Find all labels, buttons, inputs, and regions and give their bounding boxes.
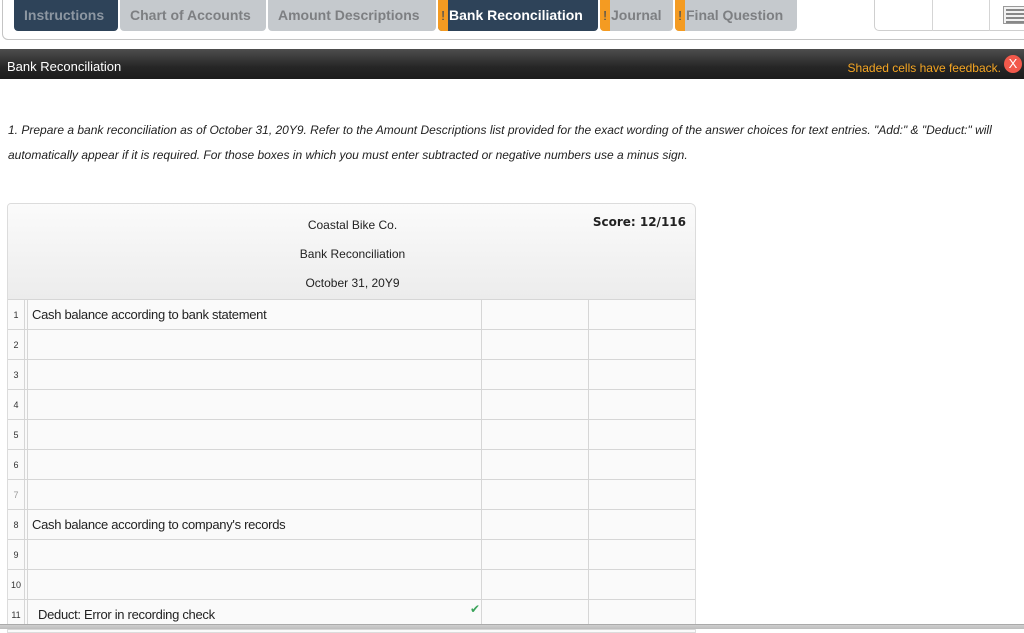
- amount-cell-first-column[interactable]: [481, 450, 588, 480]
- description-cell[interactable]: [29, 420, 481, 450]
- description-cell[interactable]: [29, 540, 481, 570]
- row-divider: [26, 510, 28, 540]
- amount-cell-second-column[interactable]: [588, 540, 695, 570]
- reconciliation-worksheet: Coastal Bike Co. Bank Reconciliation Oct…: [7, 203, 696, 633]
- amount-cell-second-column[interactable]: [588, 420, 695, 450]
- description-cell[interactable]: [29, 390, 481, 420]
- row-divider: [26, 300, 28, 330]
- alert-flag-icon: !: [600, 0, 610, 31]
- tab-label: Amount Descriptions: [278, 7, 420, 23]
- tab-final-question[interactable]: ! Final Question: [675, 0, 797, 31]
- amount-cell-first-column[interactable]: [481, 570, 588, 600]
- tab-label: Bank Reconciliation: [449, 7, 583, 23]
- alert-flag-icon: !: [438, 0, 448, 31]
- amount-cell-second-column[interactable]: [588, 360, 695, 390]
- menu-icon[interactable]: [1003, 6, 1024, 24]
- row-number: 9: [8, 540, 25, 570]
- amount-cell-second-column[interactable]: [588, 510, 695, 540]
- statement-date: October 31, 20Y9: [305, 276, 400, 290]
- horizontal-scrollbar[interactable]: [0, 624, 1024, 629]
- tab-label: Journal: [611, 7, 662, 23]
- section-title: Bank Reconciliation: [7, 59, 122, 74]
- amount-cell-second-column[interactable]: [588, 330, 695, 360]
- tab-amount-descriptions[interactable]: Amount Descriptions: [268, 0, 436, 31]
- table-row: 10: [8, 570, 695, 600]
- description-cell[interactable]: Cash balance according to company's reco…: [29, 510, 481, 540]
- description-cell[interactable]: Cash balance according to bank statement: [29, 300, 481, 330]
- amount-cell-first-column[interactable]: [481, 330, 588, 360]
- description-cell[interactable]: [29, 330, 481, 360]
- section-header: Bank Reconciliation Shaded cells have fe…: [0, 49, 1024, 79]
- amount-cell-second-column[interactable]: [588, 570, 695, 600]
- row-divider: [26, 360, 28, 390]
- tab-chart-of-accounts[interactable]: Chart of Accounts: [120, 0, 266, 31]
- row-number: 2: [8, 330, 25, 360]
- amount-cell-first-column[interactable]: [481, 300, 588, 330]
- amount-cell-first-column[interactable]: [481, 510, 588, 540]
- tab-label: Final Question: [686, 7, 784, 23]
- table-row: 8 Cash balance according to company's rec…: [8, 510, 695, 540]
- table-row: 2: [8, 330, 695, 360]
- amount-cell-first-column[interactable]: [481, 360, 588, 390]
- tab-instructions[interactable]: Instructions: [14, 0, 118, 31]
- table-row: 1 Cash balance according to bank statemen…: [8, 300, 695, 330]
- row-number: 8: [8, 510, 25, 540]
- amount-cell-second-column[interactable]: [588, 300, 695, 330]
- worksheet-header: Coastal Bike Co. Bank Reconciliation Oct…: [8, 204, 695, 300]
- close-feedback-button[interactable]: X: [1004, 55, 1022, 73]
- table-row: 9: [8, 540, 695, 570]
- row-divider: [26, 450, 28, 480]
- table-row: 5: [8, 420, 695, 450]
- row-number: 10: [8, 570, 25, 600]
- row-number: 6: [8, 450, 25, 480]
- description-cell[interactable]: [29, 570, 481, 600]
- correct-check-icon: ✔: [470, 602, 481, 616]
- row-divider: [26, 480, 28, 510]
- row-number: 7: [8, 480, 25, 510]
- table-row: 4: [8, 390, 695, 420]
- score-display: Score: 12/116: [592, 215, 686, 229]
- row-divider: [26, 420, 28, 450]
- amount-cell-first-column[interactable]: [481, 540, 588, 570]
- amount-cell-first-column[interactable]: [481, 480, 588, 510]
- toolbar-box: [874, 0, 1024, 31]
- tab-bank-reconciliation[interactable]: ! Bank Reconciliation: [438, 0, 598, 31]
- description-cell[interactable]: [29, 360, 481, 390]
- description-cell[interactable]: [29, 480, 481, 510]
- toolbar-divider: [932, 0, 933, 31]
- amount-cell-second-column[interactable]: [588, 480, 695, 510]
- toolbar-divider: [989, 0, 990, 31]
- tab-journal[interactable]: ! Journal: [600, 0, 673, 31]
- tab-bar: Instructions Chart of Accounts Amount De…: [0, 0, 1024, 41]
- row-number: 1: [8, 300, 25, 330]
- statement-title: Bank Reconciliation: [299, 247, 406, 261]
- row-divider: [26, 540, 28, 570]
- table-row: 6: [8, 450, 695, 480]
- amount-cell-first-column[interactable]: [481, 420, 588, 450]
- table-row: 7: [8, 480, 695, 510]
- description-cell[interactable]: [29, 450, 481, 480]
- row-number: 3: [8, 360, 25, 390]
- row-divider: [26, 390, 28, 420]
- instructions-text: 1. Prepare a bank reconciliation as of O…: [8, 123, 992, 162]
- amount-cell-second-column[interactable]: [588, 450, 695, 480]
- row-number: 4: [8, 390, 25, 420]
- amount-cell-first-column[interactable]: [481, 390, 588, 420]
- worksheet-rows: 1 Cash balance according to bank statemen…: [8, 300, 695, 630]
- amount-cell-second-column[interactable]: [588, 390, 695, 420]
- table-row: 3: [8, 360, 695, 390]
- feedback-note: Shaded cells have feedback.: [847, 61, 1001, 75]
- tab-label: Chart of Accounts: [130, 7, 251, 23]
- tab-label: Instructions: [24, 7, 105, 23]
- row-number: 5: [8, 420, 25, 450]
- alert-flag-icon: !: [675, 0, 685, 31]
- row-divider: [26, 330, 28, 360]
- row-divider: [26, 570, 28, 600]
